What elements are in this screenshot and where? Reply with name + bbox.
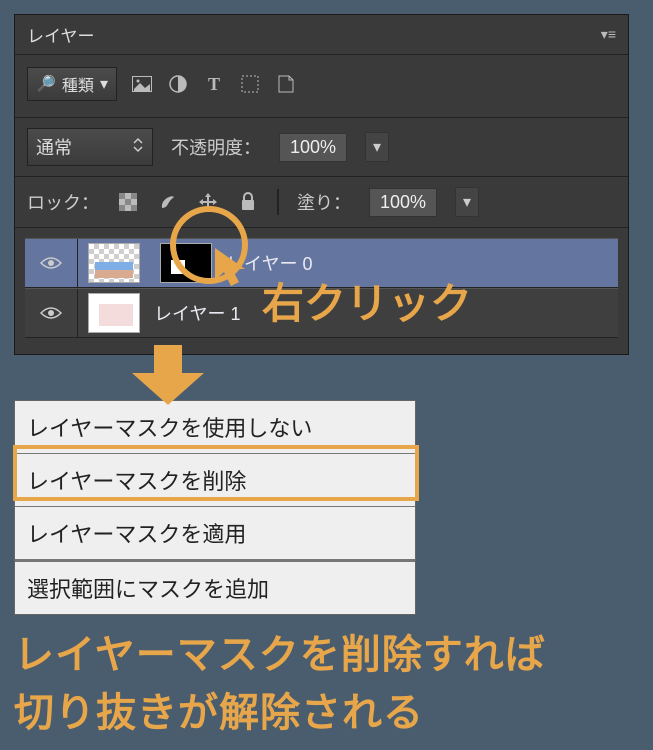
visibility-toggle[interactable] [25, 289, 78, 337]
lock-all-icon[interactable] [237, 191, 259, 213]
lock-paint-icon[interactable] [157, 191, 179, 213]
type-filter-icon[interactable]: T [203, 73, 225, 95]
lock-position-icon[interactable] [197, 191, 219, 213]
fill-label: 塗り： [297, 189, 351, 215]
lock-transparent-icon[interactable] [117, 191, 139, 213]
smartobject-filter-icon[interactable] [275, 73, 297, 95]
annotation-down-arrow [132, 345, 204, 405]
lock-label: ロック： [27, 189, 99, 215]
blend-toolbar: 通常 不透明度： 100% ▾ [15, 118, 628, 177]
filter-label: 種類 [62, 72, 94, 96]
context-menu-item[interactable]: レイヤーマスクを適用 [15, 506, 415, 559]
blend-mode-select[interactable]: 通常 [27, 128, 153, 166]
blend-mode-value: 通常 [36, 134, 72, 160]
adjustment-filter-icon[interactable] [167, 73, 189, 95]
lock-toolbar: ロック： 塗り： 100% ▾ [15, 177, 628, 228]
panel-title: レイヤー [27, 22, 95, 47]
search-icon: 🔎 [36, 74, 56, 94]
layer-thumbnail[interactable] [88, 243, 140, 283]
divider [277, 189, 279, 215]
context-menu: レイヤーマスクを使用しない レイヤーマスクを削除 レイヤーマスクを適用 選択範囲… [14, 400, 416, 615]
layer-name[interactable]: レイヤー 1 [154, 300, 240, 326]
panel-menu-icon[interactable]: ▾≡ [601, 26, 616, 43]
caption-line-2: 切り抜きが解除される [14, 691, 424, 735]
opacity-input[interactable]: 100% [279, 133, 347, 162]
fill-dropdown[interactable]: ▾ [455, 187, 479, 217]
shape-filter-icon[interactable] [239, 73, 261, 95]
annotation-right-click-label: 右クリック [262, 270, 472, 331]
fill-value: 100% [380, 192, 426, 213]
opacity-value: 100% [290, 137, 336, 158]
chevron-down-icon: ▾ [100, 74, 108, 94]
context-menu-item[interactable]: 選択範囲にマスクを追加 [15, 559, 415, 614]
chevron-updown-icon [132, 136, 144, 159]
opacity-label: 不透明度： [171, 134, 261, 160]
image-filter-icon[interactable] [131, 73, 153, 95]
visibility-toggle[interactable] [25, 239, 78, 287]
mask-thumbnail[interactable] [160, 243, 212, 283]
caption-line-1: レイヤーマスクを削除すれば [14, 633, 546, 677]
filter-toolbar: 🔎 種類 ▾ T [15, 55, 628, 118]
opacity-dropdown[interactable]: ▾ [365, 132, 389, 162]
context-menu-item[interactable]: レイヤーマスクを削除 [15, 453, 415, 506]
context-menu-item[interactable]: レイヤーマスクを使用しない [15, 401, 415, 453]
panel-header: レイヤー ▾≡ [15, 15, 628, 55]
fill-input[interactable]: 100% [369, 188, 437, 217]
layer-thumbnail[interactable] [88, 293, 140, 333]
annotation-caption: レイヤーマスクを削除すれば 切り抜きが解除される [14, 626, 546, 742]
layer-filter-select[interactable]: 🔎 種類 ▾ [27, 67, 117, 101]
